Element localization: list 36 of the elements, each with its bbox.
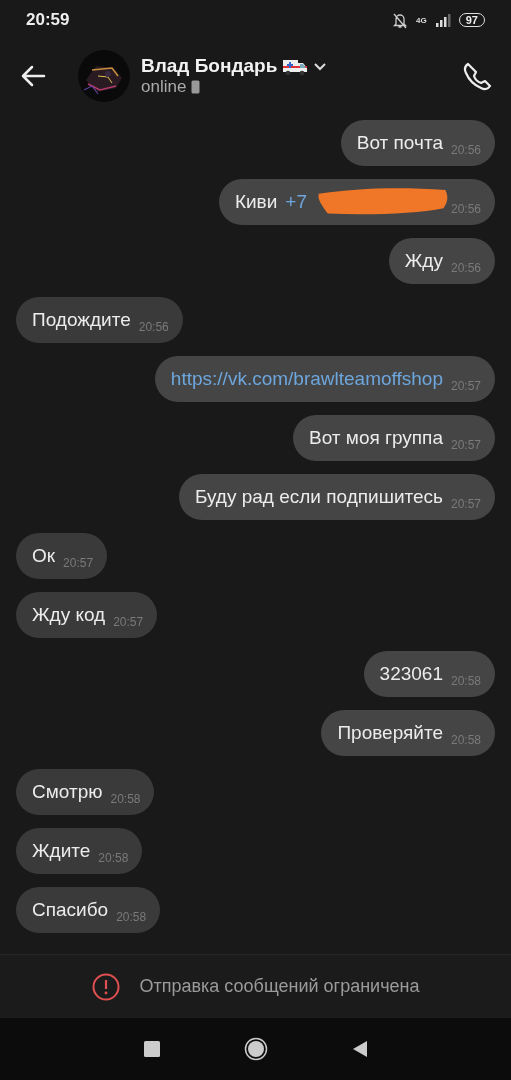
contact-name[interactable]: Влад Бондарь bbox=[141, 55, 278, 77]
call-icon[interactable] bbox=[461, 60, 493, 92]
warning-icon bbox=[91, 972, 120, 1001]
message-time: 20:58 bbox=[98, 851, 129, 865]
recents-icon[interactable] bbox=[143, 1041, 160, 1057]
message-text: Вот моя группа bbox=[309, 427, 443, 449]
message-time: 20:58 bbox=[116, 910, 147, 924]
message-link[interactable]: https://vk.com/brawlteamoffshop bbox=[170, 368, 443, 390]
message-text: Подождите bbox=[32, 309, 131, 331]
message-text: Смотрю bbox=[32, 781, 103, 803]
message-text: Проверяйте bbox=[337, 722, 443, 744]
message-text: Буду рад если подпишитесь bbox=[194, 486, 443, 508]
network-type: 4G bbox=[416, 15, 427, 25]
signal-icon bbox=[434, 13, 451, 27]
clock: 20:59 bbox=[26, 10, 70, 30]
message-link[interactable]: +7 bbox=[285, 191, 307, 213]
message-time: 20:57 bbox=[63, 556, 94, 570]
bell-off-icon bbox=[392, 11, 409, 29]
message-text: Жду код bbox=[32, 604, 106, 626]
message-time: 20:56 bbox=[138, 320, 169, 334]
message-text: Ждите bbox=[32, 840, 91, 862]
chevron-down-icon[interactable] bbox=[313, 61, 328, 71]
back-icon[interactable] bbox=[351, 1040, 368, 1058]
message-text: Спасибо bbox=[32, 899, 109, 921]
phone-device-icon bbox=[191, 80, 201, 94]
message-text: Жду bbox=[404, 250, 443, 272]
message-time: 20:57 bbox=[113, 615, 144, 629]
message-text: Киви bbox=[234, 191, 278, 213]
battery-level: 97 bbox=[458, 13, 485, 27]
message-text: Вот почта bbox=[356, 132, 443, 154]
restriction-notice: Отправка сообщений ограничена bbox=[139, 976, 420, 997]
message-time: 20:58 bbox=[110, 792, 141, 806]
message-text: Ок bbox=[32, 545, 56, 567]
home-icon[interactable] bbox=[243, 1037, 268, 1061]
message-text: 323061 bbox=[379, 663, 443, 685]
online-status: online bbox=[141, 77, 187, 97]
